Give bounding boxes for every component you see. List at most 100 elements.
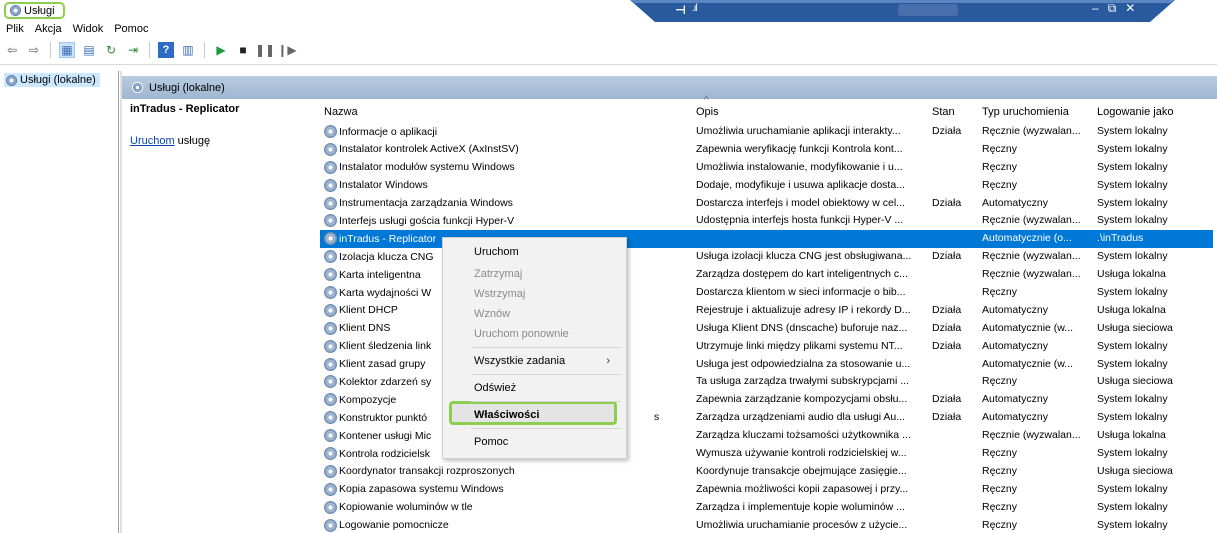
- context-menu-item[interactable]: Wszystkie zadania ›: [474, 351, 624, 371]
- table-row[interactable]: Interfejs usługi gościa funkcji Hyper-V U…: [320, 212, 1213, 230]
- menu-action[interactable]: Akcja: [29, 23, 67, 39]
- table-row[interactable]: Instalator modułów systemu Windows Umożli…: [320, 159, 1213, 177]
- service-startup-type: Ręczny: [982, 518, 1018, 531]
- service-log-on-as: System lokalny: [1097, 447, 1168, 460]
- service-startup-type: Ręcznie (wyzwalan...: [982, 214, 1081, 227]
- table-row[interactable]: Kopia zapasowa systemu Windows Zapewnia m…: [320, 481, 1213, 499]
- service-gear-icon: [324, 411, 337, 425]
- service-gear-icon: [324, 250, 337, 264]
- column-header-status[interactable]: Stan: [932, 106, 955, 118]
- properties-icon[interactable]: ▤: [81, 42, 97, 58]
- column-header-name[interactable]: Nazwa: [324, 106, 358, 118]
- service-startup-type: Ręczny: [982, 142, 1018, 155]
- remote-connection-bar[interactable]: ⊣ .ıl – ⧉ ✕: [630, 0, 1175, 22]
- service-status: Działa: [932, 393, 962, 406]
- service-log-on-as: Usługa sieciowa: [1097, 375, 1173, 388]
- context-menu-item[interactable]: Wstrzymaj: [474, 284, 624, 304]
- service-log-on-as: .\inTradus: [1097, 232, 1144, 245]
- service-startup-type: Automatyczny: [982, 411, 1048, 424]
- service-startup-type: Ręczny: [982, 447, 1018, 460]
- service-name: Kompozycje: [339, 393, 397, 406]
- stop-icon[interactable]: ■: [235, 42, 251, 58]
- column-header-startup-type[interactable]: Typ uruchomienia: [982, 106, 1069, 118]
- toolbar-separator: [50, 42, 51, 58]
- service-name: Interfejs usługi gościa funkcji Hyper-V: [339, 214, 515, 227]
- view-icon[interactable]: ▥: [180, 42, 196, 58]
- service-description: Zapewnia możliwości kopii zapasowej i pr…: [696, 482, 909, 495]
- menu-file[interactable]: Plik: [0, 23, 29, 39]
- service-description: Koordynuje transakcje obejmujące zasięgi…: [696, 464, 907, 477]
- service-description: Zapewnia zarządzanie kompozycjami obsłu.…: [696, 393, 908, 406]
- service-startup-type: Ręczny: [982, 500, 1018, 513]
- service-startup-type: Ręczny: [982, 178, 1018, 191]
- service-log-on-as: Usługa lokalna: [1097, 268, 1166, 281]
- export-list-icon[interactable]: ⇥: [125, 42, 141, 58]
- menu-help[interactable]: Pomoc: [108, 23, 153, 39]
- service-description: Umożliwia instalowanie, modyfikowanie i …: [696, 160, 903, 173]
- service-name-cell: Koordynator transakcji rozproszonych: [324, 464, 689, 478]
- context-menu-item[interactable]: Wznów: [474, 304, 624, 324]
- service-description: Zarządza dostępem do kart inteligentnych…: [696, 268, 908, 281]
- tree-item-label: Usługi (lokalne): [20, 74, 96, 86]
- service-name-cell: Interfejs usługi gościa funkcji Hyper-V: [324, 214, 689, 228]
- table-row[interactable]: Instalator kontrolek ActiveX (AxInstSV) Z…: [320, 141, 1213, 159]
- service-status: Działa: [932, 250, 962, 263]
- service-log-on-as: Usługa lokalna: [1097, 429, 1166, 442]
- refresh-icon[interactable]: ↻: [103, 42, 119, 58]
- close-icon[interactable]: ✕: [1125, 1, 1135, 16]
- service-log-on-as: System lokalny: [1097, 339, 1168, 352]
- remote-host-name: [898, 4, 958, 16]
- service-name: Kopia zapasowa systemu Windows: [339, 483, 504, 496]
- context-menu-item[interactable]: Zatrzymaj: [474, 264, 624, 284]
- start-service-link[interactable]: Uruchom: [130, 135, 175, 147]
- service-log-on-as: System lokalny: [1097, 286, 1168, 299]
- menu-view[interactable]: Widok: [67, 23, 109, 39]
- service-gear-icon: [324, 339, 337, 353]
- context-menu-item-label: Wstrzymaj: [474, 288, 526, 300]
- service-name: Kontener usługi Mic: [339, 429, 432, 442]
- service-log-on-as: Usługa lokalna: [1097, 303, 1166, 316]
- service-description: Zapewnia weryfikację funkcji Kontrola ko…: [696, 142, 903, 155]
- toolbar: ⇦ ⇨ ▦ ▤ ↻ ⇥ ? ▥ ▶ ■ ❚❚ ❙▶: [4, 40, 297, 60]
- service-name: Instalator kontrolek ActiveX (AxInstSV): [339, 143, 519, 156]
- play-icon[interactable]: ▶: [213, 42, 229, 58]
- service-log-on-as: System lokalny: [1097, 393, 1168, 406]
- column-header-log-on-as[interactable]: Logowanie jako: [1097, 106, 1173, 118]
- tree-item-local-services[interactable]: Usługi (lokalne): [4, 73, 100, 87]
- context-menu-item[interactable]: Uruchom ponownie: [474, 324, 624, 344]
- menu-separator: [471, 347, 621, 348]
- column-header-description[interactable]: Opis: [696, 106, 719, 118]
- window-title-text: Usługi: [24, 4, 55, 17]
- connection-signal-icon: .ıl: [692, 3, 698, 14]
- service-description: Wymusza używanie kontroli rodzicielskiej…: [696, 447, 907, 460]
- table-row[interactable]: Informacje o aplikacji Umożliwia uruchami…: [320, 123, 1213, 141]
- context-menu-item-label: Właściwości: [474, 409, 540, 421]
- restore-icon[interactable]: ⧉: [1108, 1, 1117, 16]
- service-log-on-as: System lokalny: [1097, 250, 1168, 263]
- minimize-icon[interactable]: –: [1092, 1, 1099, 16]
- service-gear-icon: [324, 125, 337, 138]
- table-row[interactable]: Instrumentacja zarządzania Windows Dostar…: [320, 195, 1213, 213]
- console-tree-icon[interactable]: ▦: [59, 42, 75, 58]
- table-row[interactable]: Instalator Windows Dodaje, modyfikuje i u…: [320, 177, 1213, 195]
- service-name: Instalator modułów systemu Windows: [339, 161, 515, 174]
- context-menu-item[interactable]: Odśwież: [474, 378, 624, 398]
- service-name: Klient DHCP: [339, 304, 398, 317]
- service-description: Usługa izolacji klucza CNG jest obsługiw…: [696, 250, 912, 263]
- context-menu-item[interactable]: Właściwości: [474, 405, 624, 425]
- context-menu-item-label: Uruchom ponownie: [474, 328, 569, 340]
- table-row[interactable]: Koordynator transakcji rozproszonych Koor…: [320, 463, 1213, 481]
- table-row[interactable]: Kopiowanie woluminów w tle Zarządza i imp…: [320, 499, 1213, 517]
- help-icon[interactable]: ?: [158, 42, 174, 58]
- pause-icon[interactable]: ❚❚: [255, 42, 275, 58]
- service-name: Instalator Windows: [339, 179, 428, 192]
- service-name: Karta wydajności W: [339, 286, 432, 299]
- context-menu-item-label: Odśwież: [474, 382, 517, 394]
- context-menu-item[interactable]: Uruchom: [474, 242, 624, 262]
- pin-icon[interactable]: ⊣: [675, 3, 686, 17]
- table-row[interactable]: Logowanie pomocnicze Umożliwia uruchamian…: [320, 517, 1213, 533]
- back-arrow-icon[interactable]: ⇦: [4, 42, 20, 58]
- resume-icon[interactable]: ❙▶: [277, 42, 296, 58]
- forward-arrow-icon[interactable]: ⇨: [26, 42, 42, 58]
- context-menu-item[interactable]: Pomoc: [474, 432, 624, 452]
